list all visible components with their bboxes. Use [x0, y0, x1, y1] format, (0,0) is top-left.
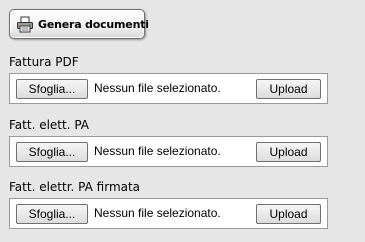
printer-icon: [16, 16, 34, 33]
file-upload-row-fattura-pdf: Sfoglia... Nessun file selezionato. Uplo…: [9, 73, 328, 104]
file-status-text: Nessun file selezionato.: [94, 144, 221, 158]
file-status-text: Nessun file selezionato.: [94, 81, 221, 95]
section-label-fattura-pdf: Fattura PDF: [9, 55, 79, 69]
section-label-fatt-elettr-pa-firmata: Fatt. elettr. PA firmata: [9, 180, 141, 194]
upload-button[interactable]: Upload: [256, 142, 321, 162]
browse-button[interactable]: Sfoglia...: [16, 204, 88, 224]
section-label-fatt-elett-pa: Fatt. elett. PA: [9, 118, 90, 132]
upload-button[interactable]: Upload: [256, 79, 321, 99]
generate-documents-button[interactable]: Genera documenti: [9, 9, 149, 39]
file-upload-row-fatt-elett-pa: Sfoglia... Nessun file selezionato. Uplo…: [9, 136, 328, 167]
file-status-text: Nessun file selezionato.: [94, 206, 221, 220]
upload-button[interactable]: Upload: [256, 204, 321, 224]
browse-button[interactable]: Sfoglia...: [16, 142, 88, 162]
generate-documents-label: Genera documenti: [38, 17, 149, 31]
browse-button[interactable]: Sfoglia...: [16, 79, 88, 99]
file-upload-row-fatt-elettr-pa-firmata: Sfoglia... Nessun file selezionato. Uplo…: [9, 198, 328, 229]
